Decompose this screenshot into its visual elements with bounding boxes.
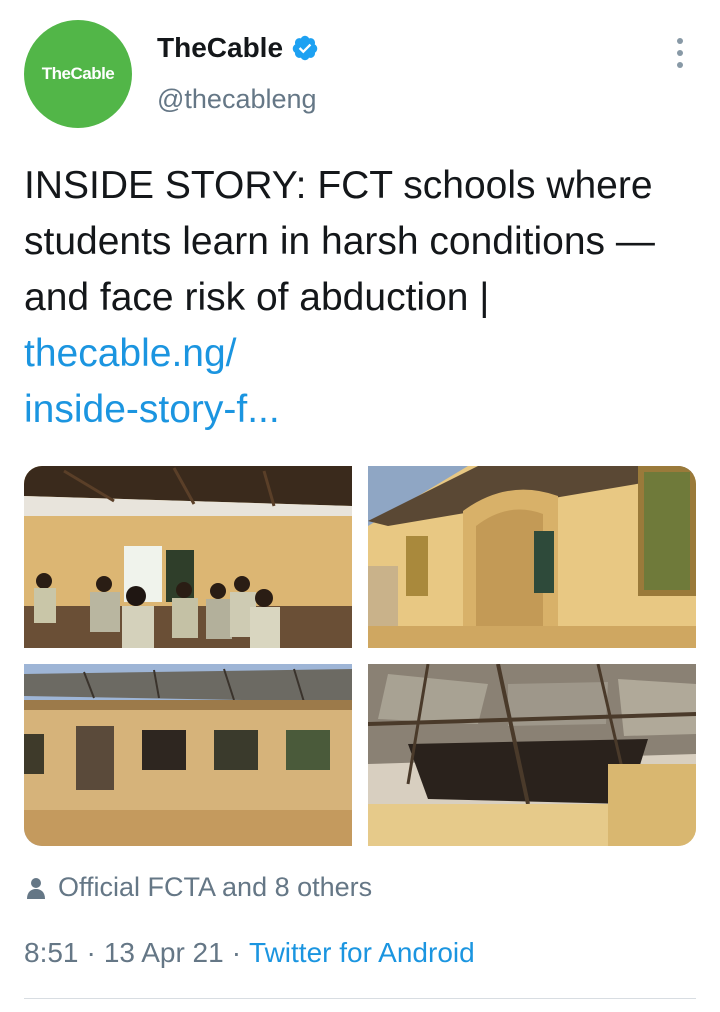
photo-collapsed-ceiling[interactable]	[368, 664, 696, 846]
photo-damaged-roof-building[interactable]	[24, 664, 352, 846]
display-name[interactable]: TheCable	[157, 32, 319, 64]
photo-school-building-exterior[interactable]	[368, 466, 696, 648]
avatar-logo-text: TheCable	[41, 64, 115, 83]
tweet-body: INSIDE STORY: FCT schools where students…	[24, 164, 655, 319]
tweet-time: 8:51	[24, 937, 79, 968]
tweet-date: 13 Apr 21	[103, 937, 224, 968]
tweet-link-line2: inside-story-f...	[24, 388, 280, 431]
handle[interactable]: @thecableng	[157, 84, 317, 115]
damaged-building-image	[24, 664, 352, 846]
meta-separator: ·	[231, 937, 242, 968]
verified-badge-icon	[292, 35, 318, 61]
tweet-link-line1: thecable.ng/	[24, 332, 237, 375]
more-options-icon[interactable]	[668, 38, 692, 68]
liked-by-text: Official FCTA and 8 others	[58, 872, 373, 902]
tweet-link[interactable]: thecable.ng/inside-story-f...	[24, 332, 280, 431]
media-grid	[24, 466, 696, 846]
more-dot	[677, 62, 683, 68]
divider	[24, 998, 696, 999]
tweet-meta: 8:51 · 13 Apr 21 · Twitter for Android	[24, 937, 475, 969]
more-dot	[677, 38, 683, 44]
meta-separator: ·	[86, 937, 96, 968]
person-icon	[27, 877, 45, 899]
building-exterior-image	[368, 466, 696, 648]
tweet-source[interactable]: Twitter for Android	[249, 937, 475, 969]
more-dot	[677, 50, 683, 56]
tweet-text: INSIDE STORY: FCT schools where students…	[24, 158, 696, 438]
liked-by-row[interactable]: Official FCTA and 8 others	[26, 872, 372, 903]
ceiling-image	[368, 664, 696, 846]
avatar[interactable]: TheCable	[24, 20, 132, 128]
photo-classroom-with-students[interactable]	[24, 466, 352, 648]
classroom-image	[24, 466, 352, 648]
display-name-text: TheCable	[157, 32, 284, 63]
